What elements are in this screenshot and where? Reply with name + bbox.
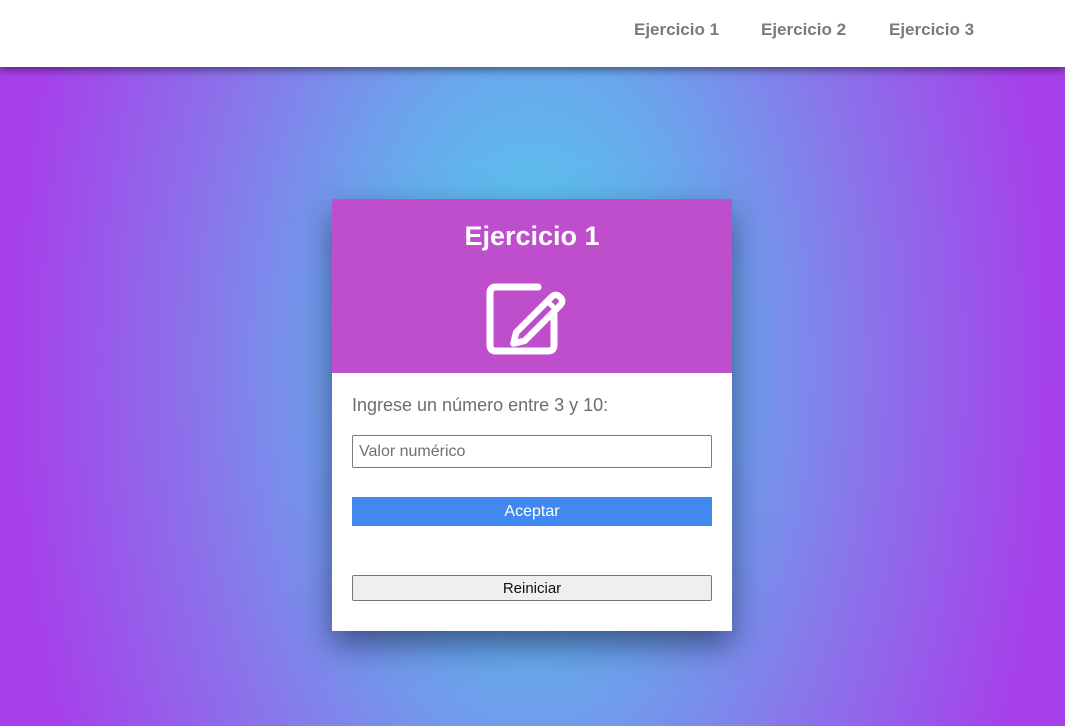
accept-button[interactable]: Aceptar (352, 497, 712, 526)
nav-link-ejercicio-1[interactable]: Ejercicio 1 (634, 20, 719, 40)
card-header: Ejercicio 1 (332, 199, 732, 373)
top-navbar: Ejercicio 1 Ejercicio 2 Ejercicio 3 (0, 0, 1065, 67)
card-title: Ejercicio 1 (464, 221, 600, 251)
nav-link-ejercicio-3[interactable]: Ejercicio 3 (889, 20, 974, 40)
reset-button[interactable]: Reiniciar (352, 575, 712, 601)
nav-link-ejercicio-2[interactable]: Ejercicio 2 (761, 20, 846, 40)
edit-icon (486, 283, 566, 355)
number-input[interactable] (352, 435, 712, 468)
exercise-card: Ejercicio 1 Ingrese un número entre 3 y … (332, 199, 732, 631)
prompt-label: Ingrese un número entre 3 y 10: (352, 395, 609, 415)
